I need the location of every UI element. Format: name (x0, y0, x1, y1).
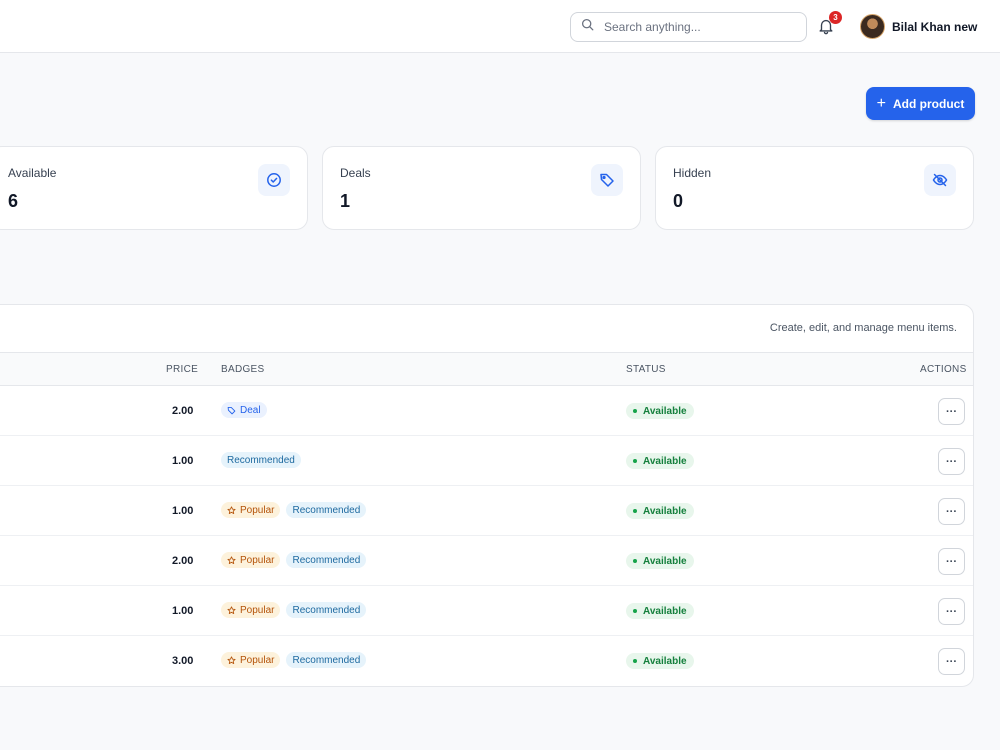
plus-icon: + (876, 94, 886, 112)
recommended-badge: Recommended (286, 602, 367, 618)
status-badge: Available (626, 503, 694, 519)
price-cell: 3.00 (172, 655, 194, 667)
stat-value: 1 (340, 191, 351, 211)
badge-label: Popular (240, 654, 275, 666)
user-name: Bilal Khan new (892, 19, 978, 34)
popular-badge: Popular (221, 502, 281, 518)
row-actions-button[interactable]: ··· (938, 498, 965, 525)
status-badge: Available (626, 553, 694, 569)
column-status: STATUS (626, 364, 666, 375)
star-icon (227, 505, 236, 514)
user-menu[interactable]: Bilal Khan new (860, 14, 977, 39)
stat-label: Available (8, 166, 57, 180)
tag-icon (227, 406, 236, 414)
status-dot (633, 509, 637, 513)
badge-label: Popular (240, 604, 275, 616)
recommended-badge: Recommended (286, 552, 367, 568)
status-badge: Available (626, 403, 694, 419)
stat-card-available: Available 6 (0, 146, 308, 230)
badges-cell: Deal (221, 402, 267, 418)
stat-card-deals: Deals 1 (322, 146, 641, 230)
price-cell: 1.00 (172, 455, 194, 467)
price-cell: 1.00 (172, 505, 194, 517)
column-actions: ACTIONS (920, 364, 967, 375)
eye-off-icon (924, 164, 956, 196)
table-row: 1.00 Recommended Available ··· (0, 436, 973, 486)
recommended-badge: Recommended (286, 502, 367, 518)
table-row: 2.00 Popular Recommended Available ··· (0, 536, 973, 586)
avatar (860, 14, 885, 39)
add-product-button[interactable]: + Add product (866, 87, 975, 120)
recommended-badge: Recommended (286, 652, 367, 668)
price-cell: 2.00 (172, 405, 194, 417)
status-label: Available (643, 505, 687, 517)
popular-badge: Popular (221, 552, 281, 568)
tag-icon (591, 164, 623, 196)
status-label: Available (643, 555, 687, 567)
status-dot (633, 559, 637, 563)
bell-icon (817, 19, 835, 39)
column-price: PRICE (166, 364, 199, 375)
badges-cell: Popular Recommended (221, 652, 367, 668)
search-input[interactable] (604, 20, 784, 34)
status-label: Available (643, 605, 687, 617)
price-cell: 1.00 (172, 605, 194, 617)
status-dot (633, 609, 637, 613)
row-actions-button[interactable]: ··· (938, 598, 965, 625)
badges-cell: Popular Recommended (221, 602, 367, 618)
badges-cell: Popular Recommended (221, 502, 367, 518)
price-cell: 2.00 (172, 555, 194, 567)
badge-label: Popular (240, 504, 275, 516)
badge-label: Popular (240, 554, 275, 566)
top-bar: 3 Bilal Khan new (0, 0, 1000, 53)
stat-value: 0 (673, 191, 684, 211)
table-row: 1.00 Popular Recommended Available ··· (0, 486, 973, 536)
status-dot (633, 459, 637, 463)
popular-badge: Popular (221, 602, 281, 618)
table-row: 3.00 Popular Recommended Available ··· (0, 636, 973, 686)
table-row: 2.00 Deal Available ··· (0, 386, 973, 436)
status-label: Available (643, 655, 687, 667)
popular-badge: Popular (221, 652, 281, 668)
badges-cell: Recommended (221, 452, 301, 468)
table-header: PRICE BADGES STATUS ACTIONS (0, 352, 973, 386)
check-circle-icon (258, 164, 290, 196)
badge-label: Deal (240, 404, 261, 416)
status-label: Available (643, 455, 687, 467)
stat-label: Deals (340, 166, 371, 180)
status-dot (633, 409, 637, 413)
menu-items-table: Create, edit, and manage menu items. PRI… (0, 304, 974, 687)
row-actions-button[interactable]: ··· (938, 548, 965, 575)
status-label: Available (643, 405, 687, 417)
deal-badge: Deal (221, 402, 267, 418)
row-actions-button[interactable]: ··· (938, 398, 965, 425)
badges-cell: Popular Recommended (221, 552, 367, 568)
row-actions-button[interactable]: ··· (938, 648, 965, 675)
row-actions-button[interactable]: ··· (938, 448, 965, 475)
notification-count-badge: 3 (829, 11, 842, 24)
table-row: 1.00 Popular Recommended Available ··· (0, 586, 973, 636)
status-badge: Available (626, 453, 694, 469)
stat-card-hidden: Hidden 0 (655, 146, 974, 230)
status-dot (633, 659, 637, 663)
add-product-label: Add product (893, 96, 965, 111)
star-icon (227, 605, 236, 614)
status-badge: Available (626, 653, 694, 669)
table-subtitle: Create, edit, and manage menu items. (769, 322, 957, 334)
status-badge: Available (626, 603, 694, 619)
search-box[interactable] (570, 12, 807, 42)
search-icon (581, 18, 594, 36)
column-badges: BADGES (221, 364, 265, 375)
stat-value: 6 (8, 191, 19, 211)
star-icon (227, 555, 236, 564)
star-icon (227, 655, 236, 664)
recommended-badge: Recommended (221, 452, 301, 468)
stat-label: Hidden (673, 166, 712, 180)
